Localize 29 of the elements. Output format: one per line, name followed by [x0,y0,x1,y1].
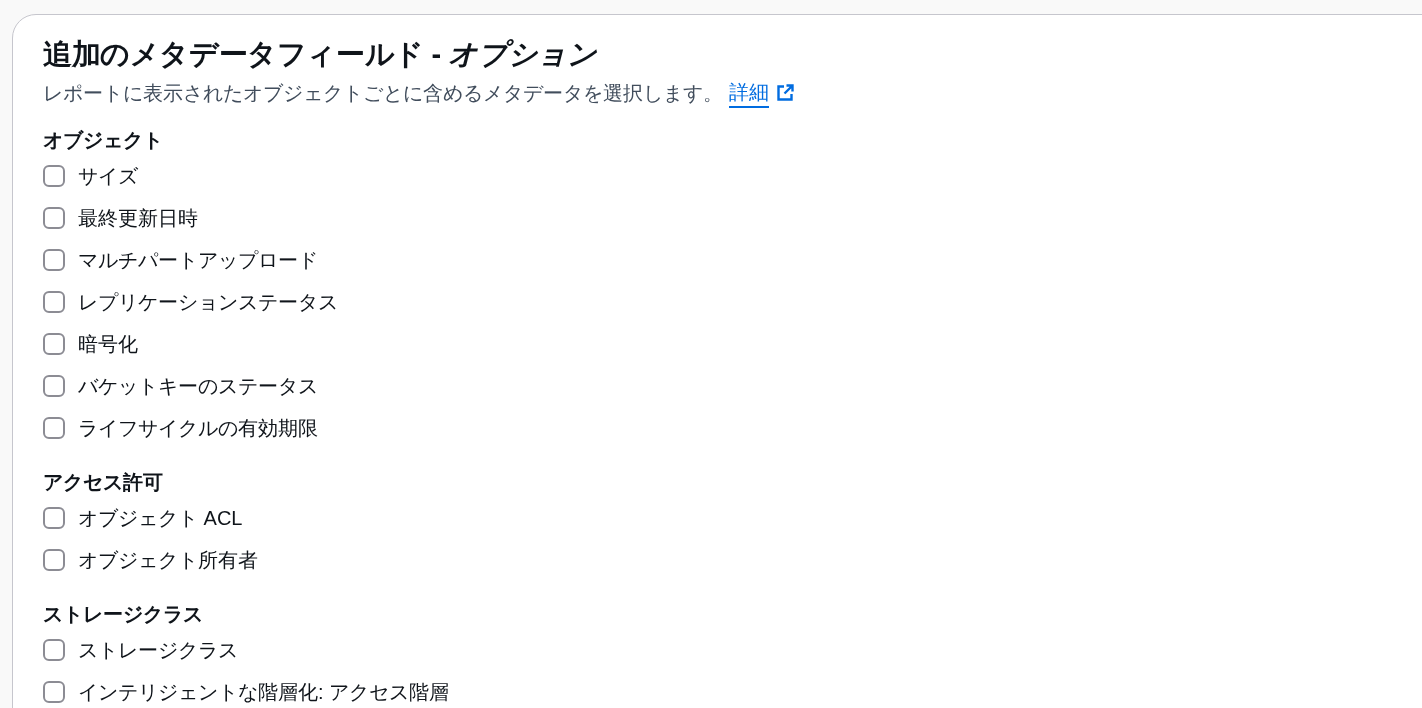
details-link[interactable]: 詳細 [729,78,794,108]
checkbox[interactable] [43,165,65,187]
section-heading: オブジェクト [43,128,163,153]
section-heading: ストレージクラス [43,602,203,627]
checkbox-label[interactable]: サイズ [78,161,138,191]
checkbox[interactable] [43,375,65,397]
checkbox[interactable] [43,333,65,355]
checkbox[interactable] [43,549,65,571]
checkbox[interactable] [43,417,65,439]
section-heading: アクセス許可 [43,470,163,495]
checkbox-label[interactable]: 暗号化 [78,329,138,359]
checkbox-label[interactable]: ライフサイクルの有効期限 [78,413,318,443]
checkbox-label[interactable]: 最終更新日時 [78,203,198,233]
panel-description: レポートに表示されたオブジェクトごとに含めるメタデータを選択します。 [43,81,723,106]
external-link-icon [776,84,794,102]
checkbox[interactable] [43,249,65,271]
checkbox-label[interactable]: マルチパートアップロード [78,245,318,275]
checkbox-label[interactable]: バケットキーのステータス [78,371,318,401]
panel-title: 追加のメタデータフィールド - オプション [43,37,597,72]
checkbox-label[interactable]: インテリジェントな階層化: アクセス階層 [78,677,450,707]
checkbox[interactable] [43,507,65,529]
checkbox-label[interactable]: オブジェクト所有者 [78,545,258,575]
checkbox[interactable] [43,681,65,703]
checkbox[interactable] [43,207,65,229]
checkbox[interactable] [43,291,65,313]
checkbox-label[interactable]: オブジェクト ACL [78,503,243,533]
checkbox[interactable] [43,639,65,661]
checkbox-label[interactable]: レプリケーションステータス [78,287,338,317]
checkbox-label[interactable]: ストレージクラス [78,635,238,665]
